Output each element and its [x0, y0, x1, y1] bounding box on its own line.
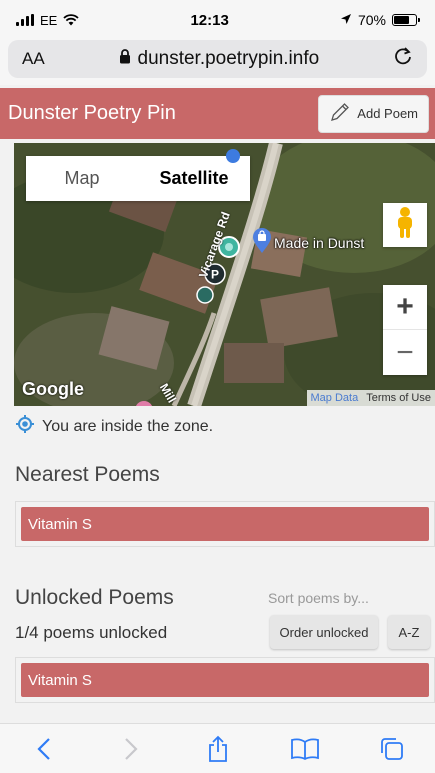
- unlocked-count: 1/4 poems unlocked: [15, 623, 168, 642]
- shopping-bag-icon[interactable]: [252, 228, 272, 259]
- carrier-name: EE: [40, 12, 58, 28]
- blue-marker[interactable]: [224, 149, 242, 168]
- tabs-icon[interactable]: [367, 736, 417, 762]
- share-icon[interactable]: [193, 735, 243, 763]
- pink-marker[interactable]: [134, 397, 154, 406]
- status-right: 70%: [340, 12, 420, 28]
- status-left: EE: [16, 13, 79, 28]
- lock-icon: [119, 48, 131, 70]
- nearest-poems-title: Nearest Poems: [15, 463, 160, 486]
- zoom-control: + −: [383, 285, 427, 375]
- sort-order-unlocked-button[interactable]: Order unlocked: [270, 615, 378, 649]
- map[interactable]: Map Satellite P Made in Dunst Vicarage R…: [14, 143, 435, 406]
- poem-item-nearest[interactable]: Vitamin S: [21, 507, 429, 541]
- nearest-poems-list: Vitamin S: [15, 501, 435, 547]
- add-poem-label: Add Poem: [357, 106, 418, 121]
- url-text: dunster.poetrypin.info: [137, 48, 320, 69]
- text-size-button[interactable]: AA: [22, 49, 45, 69]
- add-poem-button[interactable]: Add Poem: [318, 94, 429, 133]
- reload-icon[interactable]: [393, 46, 413, 72]
- signal-icon: [16, 14, 34, 26]
- street-view-button[interactable]: [383, 203, 427, 247]
- address-bar-wrap: AA dunster.poetrypin.info: [0, 40, 435, 85]
- status-bar: EE 12:13 70%: [0, 0, 435, 40]
- google-logo: Google: [22, 379, 84, 399]
- map-data-link[interactable]: Map Data: [306, 390, 363, 406]
- back-icon[interactable]: [19, 737, 69, 761]
- terms-of-use-link[interactable]: Terms of Use: [362, 390, 435, 406]
- map-attribution: Map Data Terms of Use: [306, 390, 435, 406]
- battery-icon: [392, 14, 420, 26]
- place-label[interactable]: Made in Dunst: [274, 235, 364, 251]
- zone-status-text: You are inside the zone.: [42, 417, 214, 435]
- sort-label: Sort poems by...: [268, 590, 369, 606]
- map-type-map[interactable]: Map: [26, 156, 138, 201]
- zone-status: You are inside the zone.: [15, 414, 213, 439]
- zoom-out-button[interactable]: −: [383, 330, 427, 375]
- address-bar[interactable]: AA dunster.poetrypin.info: [8, 40, 427, 78]
- wifi-icon: [63, 14, 79, 26]
- unlocked-poems-list: Vitamin S: [15, 657, 435, 703]
- pencil-icon: [329, 101, 351, 126]
- zoom-in-button[interactable]: +: [383, 285, 427, 330]
- forward-icon[interactable]: [106, 737, 156, 761]
- pegman-icon: [394, 206, 416, 245]
- poem-marker-dark[interactable]: [196, 286, 214, 309]
- bookmarks-icon[interactable]: [280, 737, 330, 761]
- url-field[interactable]: dunster.poetrypin.info: [119, 48, 320, 70]
- poem-item-unlocked[interactable]: Vitamin S: [21, 663, 429, 697]
- map-type-toggle: Map Satellite: [26, 156, 250, 201]
- browser-toolbar: [0, 723, 435, 773]
- battery-percent: 70%: [357, 12, 386, 28]
- location-target-icon: [15, 414, 35, 439]
- sort-az-button[interactable]: A-Z: [388, 615, 430, 649]
- site-title: Dunster Poetry Pin: [8, 102, 176, 124]
- status-time: 12:13: [190, 11, 229, 29]
- unlocked-poems-title: Unlocked Poems: [15, 586, 174, 609]
- site-header: Dunster Poetry Pin Add Poem: [0, 88, 435, 139]
- location-arrow-icon: [340, 12, 352, 28]
